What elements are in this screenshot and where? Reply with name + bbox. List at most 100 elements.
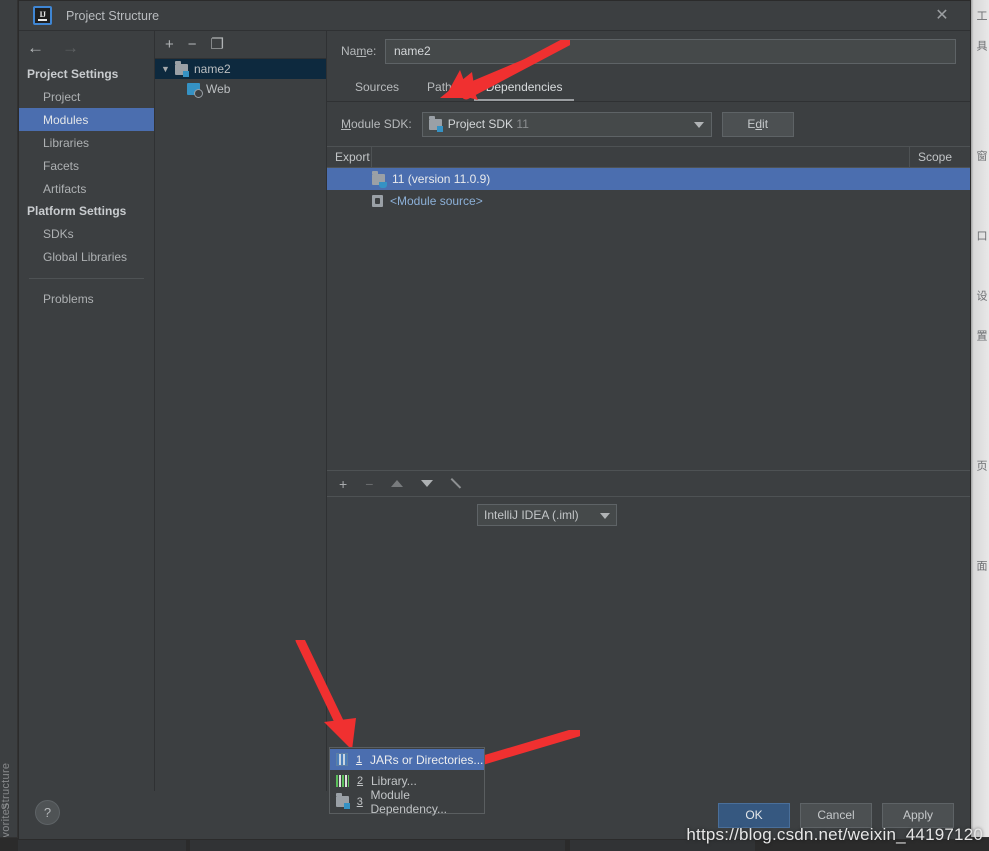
project-structure-dialog: IJ Project Structure ✕ ← → Project Setti… — [18, 0, 971, 840]
dependencies-table: Export Scope 11 (version 11.0.9) <Module… — [327, 146, 970, 471]
watermark-url: https://blog.csdn.net/weixin_44197120 — [686, 825, 983, 845]
ide-left-toolwindow-strip: Structure Favorites — [0, 0, 18, 851]
modules-tree-panel: + − ❐ ▼ name2 Web — [155, 30, 327, 791]
help-button[interactable]: ? — [35, 800, 60, 825]
jar-icon — [336, 753, 348, 766]
ok-button[interactable]: OK — [718, 803, 790, 828]
menu-item-label: Module Dependency... — [371, 788, 484, 816]
sidebar-item-artifacts[interactable]: Artifacts — [19, 177, 154, 200]
module-name-row: Name: — [327, 31, 970, 71]
copy-icon[interactable]: ❐ — [211, 37, 224, 52]
chevron-down-icon[interactable] — [600, 513, 610, 519]
chevron-down-icon[interactable] — [694, 122, 704, 128]
bg-char: 窗 — [973, 150, 989, 161]
remove-module-button[interactable]: − — [188, 37, 197, 52]
cancel-button[interactable]: Cancel — [800, 803, 872, 828]
module-sdk-value: Project SDK — [448, 117, 513, 131]
sidebar-item-label: Global Libraries — [43, 250, 127, 264]
sidebar-item-global-libraries[interactable]: Global Libraries — [19, 245, 154, 268]
bg-char: 置 — [973, 330, 989, 341]
column-header-scope[interactable]: Scope — [910, 147, 970, 167]
menu-item-module-dependency[interactable]: 3 Module Dependency... — [330, 791, 484, 812]
tool-window-structure[interactable]: Structure — [0, 700, 18, 810]
module-icon — [336, 796, 349, 807]
sidebar-item-facets[interactable]: Facets — [19, 154, 154, 177]
table-row[interactable]: <Module source> — [327, 190, 970, 212]
bg-char: 面 — [973, 560, 989, 571]
tab-paths[interactable]: Paths — [413, 73, 472, 101]
jdk-icon — [372, 174, 385, 185]
arrow-left-icon[interactable]: ← — [27, 39, 44, 56]
apply-button[interactable]: Apply — [882, 803, 954, 828]
minus-icon[interactable]: − — [365, 477, 373, 491]
tab-dependencies[interactable]: Dependencies — [472, 73, 577, 101]
sidebar-item-sdks[interactable]: SDKs — [19, 222, 154, 245]
sidebar-item-label: Modules — [43, 113, 88, 127]
sidebar-item-label: Libraries — [43, 136, 89, 150]
menu-item-shortcut: 3 — [355, 796, 365, 808]
arrow-up-icon[interactable] — [391, 480, 403, 487]
dependency-name: 11 (version 11.0.9) — [392, 172, 490, 186]
web-facet-icon — [187, 83, 200, 95]
sidebar-item-libraries[interactable]: Libraries — [19, 131, 154, 154]
pencil-icon[interactable] — [451, 477, 465, 491]
module-name-label: Name: — [341, 44, 385, 58]
page-title: Project Structure — [66, 9, 159, 23]
dependencies-toolbar: + − — [327, 471, 970, 497]
bg-char: 页 — [973, 460, 989, 471]
sidebar-group-platform-settings: Platform Settings — [19, 200, 154, 222]
bg-char: 工 — [973, 10, 989, 21]
arrow-down-icon[interactable] — [421, 480, 433, 487]
plus-icon[interactable]: + — [339, 477, 347, 491]
bg-char: 具 — [973, 40, 989, 51]
sidebar-item-label: Facets — [43, 159, 79, 173]
modules-tree-toolbar: + − ❐ — [155, 31, 326, 59]
menu-item-shortcut: 1 — [354, 754, 364, 766]
tree-node-label: Web — [206, 82, 230, 96]
dialog-body: ← → Project Settings Project Modules Lib… — [19, 30, 970, 791]
dependency-format-value: IntelliJ IDEA (.iml) — [484, 508, 579, 522]
module-name-input[interactable] — [385, 39, 956, 64]
tree-node-label: name2 — [194, 62, 231, 76]
add-module-button[interactable]: + — [165, 37, 174, 52]
column-header-name[interactable] — [372, 147, 910, 167]
module-folder-icon — [175, 64, 188, 75]
sidebar-item-label: SDKs — [43, 227, 74, 241]
menu-item-jars-or-directories[interactable]: 1 JARs or Directories... — [330, 749, 484, 770]
tab-sources[interactable]: Sources — [341, 73, 413, 101]
arrow-right-icon[interactable]: → — [62, 39, 79, 56]
sidebar-group-project-settings: Project Settings — [19, 63, 154, 85]
sidebar-item-label: Problems — [43, 292, 94, 306]
dependencies-table-body: 11 (version 11.0.9) <Module source> — [327, 168, 970, 471]
intellij-idea-logo-icon: IJ — [33, 6, 52, 25]
module-editor-content: Name: Sources Paths Dependencies Module … — [327, 30, 970, 791]
module-sdk-label: Module SDK: — [341, 117, 412, 131]
menu-item-shortcut: 2 — [355, 775, 365, 787]
dependency-format-dropdown[interactable]: IntelliJ IDEA (.iml) — [477, 504, 617, 526]
sidebar-nav-row: ← → — [19, 31, 154, 63]
jdk-folder-icon — [429, 119, 442, 130]
sidebar-divider — [29, 278, 144, 279]
library-icon — [336, 775, 349, 787]
modules-tree-list: ▼ name2 Web — [155, 59, 326, 791]
sidebar-item-project[interactable]: Project — [19, 85, 154, 108]
module-source-icon — [372, 195, 383, 207]
sidebar-item-problems[interactable]: Problems — [19, 287, 154, 310]
dialog-titlebar: IJ Project Structure ✕ — [19, 1, 970, 30]
dependencies-table-header: Export Scope — [327, 146, 970, 168]
dependency-name: <Module source> — [390, 194, 483, 208]
column-header-export[interactable]: Export — [327, 147, 372, 167]
sidebar-item-label: Artifacts — [43, 182, 86, 196]
bg-char: 口 — [973, 230, 989, 241]
tree-node-name2[interactable]: ▼ name2 — [155, 59, 326, 79]
close-icon[interactable]: ✕ — [928, 1, 956, 30]
module-editor-tabs: Sources Paths Dependencies — [327, 71, 970, 101]
bg-char: 设 — [973, 290, 989, 301]
module-sdk-dropdown[interactable]: Project SDK 11 — [422, 112, 712, 137]
table-row[interactable]: 11 (version 11.0.9) — [327, 168, 970, 190]
tree-node-web[interactable]: Web — [155, 79, 326, 99]
sidebar-item-modules[interactable]: Modules — [19, 108, 154, 131]
edit-sdk-button[interactable]: Edit — [722, 112, 794, 137]
chevron-down-icon[interactable]: ▼ — [161, 64, 175, 74]
module-sdk-version: 11 — [516, 117, 528, 131]
